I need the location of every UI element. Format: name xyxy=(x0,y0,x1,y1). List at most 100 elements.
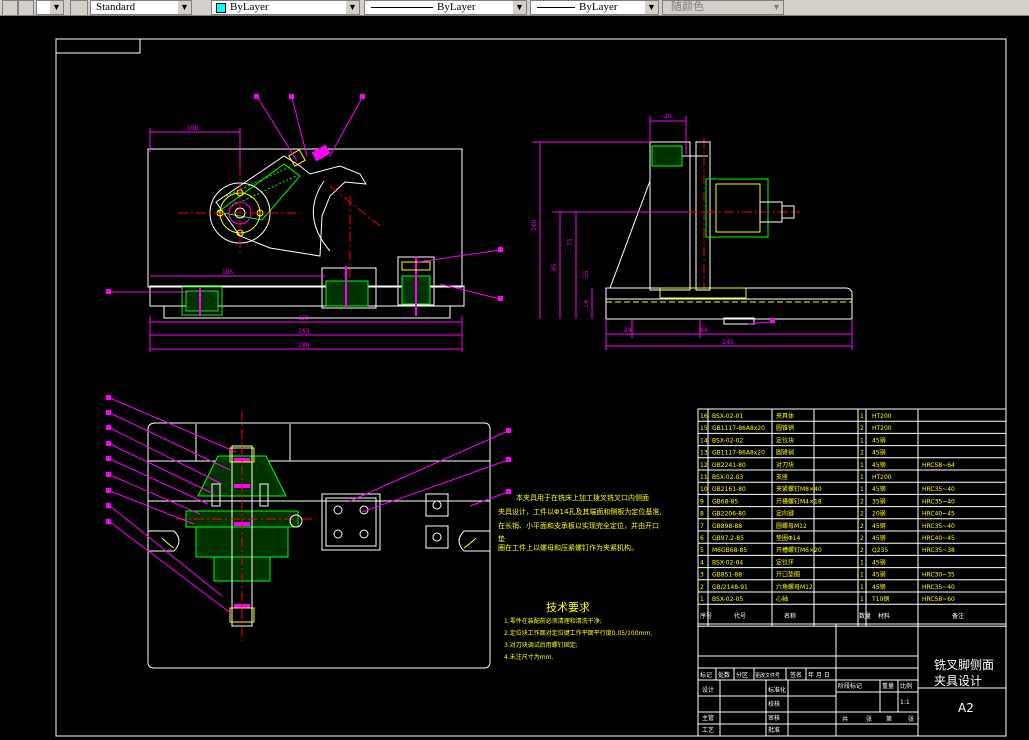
bom-cell-name: 定向键 xyxy=(776,510,794,518)
tb-weight: 重量 xyxy=(882,682,894,690)
tb-scale: 比例 xyxy=(900,682,912,690)
bom-cell-qty: 1 xyxy=(860,572,864,579)
bom-header-qty: 数量 xyxy=(859,612,871,620)
dim-20: 20 xyxy=(664,113,672,120)
bom-header-no: 序号 xyxy=(700,612,712,620)
bom-cell-note: HRC35~38 xyxy=(922,547,955,554)
tb-principal: 主管 xyxy=(702,714,714,722)
bom-cell-material: 20钢 xyxy=(872,510,886,518)
tb-scale-value: 1:1 xyxy=(900,699,910,706)
bom-header-note: 备注 xyxy=(952,612,964,620)
bom-cell-no: 13 xyxy=(700,450,708,457)
bom-cell-material: 45钢 xyxy=(872,449,886,457)
bom-cell-qty: 2 xyxy=(860,535,864,542)
bom-cell-qty: 2 xyxy=(860,425,864,432)
bom-cell-name: 对刀块 xyxy=(776,461,794,469)
bom-cell-material: T10钢 xyxy=(871,595,889,603)
text-style-icon[interactable] xyxy=(70,0,88,16)
bom-cell-name: 开槽螺钉M4×18 xyxy=(776,497,822,505)
bom-cell-name: 圆锥销 xyxy=(776,424,794,432)
bom-cell-code: GB68-85 xyxy=(712,498,738,505)
text-style-value: Standard xyxy=(96,1,136,13)
tb-doc-no: 更改文件号 xyxy=(755,672,780,679)
chevron-down-icon: ▼ xyxy=(770,1,783,14)
bom-cell-qty: 2 xyxy=(860,547,864,554)
bom-header-code: 代号 xyxy=(734,612,746,620)
tb-design: 设计 xyxy=(702,686,714,694)
bom-cell-no: 1 xyxy=(700,596,704,603)
tech-req-line: 1.零件在装配前必须清理和清洗干净; xyxy=(504,617,602,625)
toolbar-button[interactable] xyxy=(18,0,34,16)
tb-approve: 批准 xyxy=(768,726,780,734)
dim-95: 95 xyxy=(551,263,558,271)
bom-cell-material: 45钢 xyxy=(872,522,886,530)
dim-75: 75 xyxy=(567,238,574,246)
bom-cell-qty: 1 xyxy=(860,437,864,444)
bom-cell-note: HRC35~40 xyxy=(922,523,955,530)
lineweight-control-select[interactable]: ByLayer ▼ xyxy=(530,0,659,15)
bom-cell-code: GB97.2-85 xyxy=(712,535,744,542)
bom-cell-name: 夹具体 xyxy=(776,412,794,420)
dim-145: 145 xyxy=(722,339,734,346)
tb-standardize: 标准化 xyxy=(768,686,786,694)
drawing-title-line2: 夹具设计 xyxy=(934,674,982,688)
tb-mark: 标记 xyxy=(700,671,712,679)
description-line: 垫 xyxy=(498,534,505,543)
bom-cell-note: HRC35~40 xyxy=(922,486,955,493)
bom-cell-qty: 1 xyxy=(860,474,864,481)
bom-cell-note: HRC58~60 xyxy=(922,596,955,603)
tb-sheet-no: 第 xyxy=(886,715,892,723)
tb-sheet-total: 共 xyxy=(842,715,848,723)
lineweight-control-value: ByLayer xyxy=(579,1,618,13)
linetype-control-select[interactable]: ByLayer ▼ xyxy=(364,0,527,15)
chevron-down-icon: ▼ xyxy=(513,1,526,14)
bom-cell-no: 14 xyxy=(700,437,708,444)
dim-14: 14 xyxy=(583,300,590,308)
bom-cell-code: BSX-02-02 xyxy=(712,437,743,444)
toolbar-combo[interactable]: ▼ xyxy=(36,0,64,15)
bom-cell-code: M6GB68-85 xyxy=(712,547,747,554)
drawing-title-line1: 铣叉脚侧面 xyxy=(934,657,994,672)
bom-cell-material: HT200 xyxy=(872,413,892,420)
bom-cell-code: GB/2148-91 xyxy=(712,584,748,591)
description-line: 在长销、小平面和支承板以实现完全定位，并由开口 xyxy=(498,521,659,530)
bom-cell-name: 垫圈Φ14 xyxy=(776,534,801,542)
bom-cell-code: GB851-88 xyxy=(712,572,742,579)
tech-req-line: 4.未注尺寸为mm. xyxy=(504,653,553,661)
dim-55: 55 xyxy=(583,270,590,278)
bom-cell-name: 圆锥销 xyxy=(776,449,794,457)
dim-160: 160 xyxy=(531,219,538,231)
toolbar-button[interactable] xyxy=(2,0,18,16)
bom-cell-code: GB1117-86A8x20 xyxy=(712,450,765,457)
tb-process: 工艺 xyxy=(702,726,714,734)
dim-125: 125 xyxy=(298,315,310,322)
tb-sign: 签名 xyxy=(790,671,802,679)
bom-cell-no: 16 xyxy=(700,413,708,420)
bom-cell-material: Q235 xyxy=(872,547,888,554)
plotstyle-control-select[interactable]: 随颜色 ▼ xyxy=(662,0,784,15)
tb-count: 处数 xyxy=(718,671,730,679)
dim-165: 165 xyxy=(298,328,310,335)
tech-req-line: 2.定位块工作面对定位键工作平面平行度0.05/100mm; xyxy=(504,629,652,637)
bom-cell-note: HRC35~40 xyxy=(922,584,955,591)
sheet-size: A2 xyxy=(958,701,974,715)
bom-cell-note: HRC58~64 xyxy=(922,462,955,469)
bom-cell-note: HRC40~45 xyxy=(922,535,955,542)
dim-84: 84 xyxy=(700,327,708,334)
bom-cell-name: 支座 xyxy=(776,473,788,481)
tb-proofread: 校核 xyxy=(768,700,780,708)
bom-cell-code: GB898-88 xyxy=(712,523,742,530)
chevron-down-icon: ▼ xyxy=(346,1,359,14)
color-control-select[interactable]: ByLayer ▼ xyxy=(211,0,360,15)
drawing-canvas[interactable]: 100 195 125 165 188 20 160 95 75 55 14 2… xyxy=(0,16,1029,740)
bom-cell-material: HT200 xyxy=(872,425,892,432)
tb-stage: 阶段标记 xyxy=(838,682,862,690)
dim-24: 24 xyxy=(624,327,632,334)
bom-cell-note: HRC40~45 xyxy=(922,511,955,518)
bom-cell-no: 12 xyxy=(700,462,708,469)
tb-sheet: 张 xyxy=(908,715,914,723)
bom-cell-name: 开口垫圈 xyxy=(776,571,800,579)
bom-cell-qty: 1 xyxy=(860,486,864,493)
bom-cell-no: 10 xyxy=(700,486,708,493)
text-style-select[interactable]: Standard ▼ xyxy=(90,0,192,15)
